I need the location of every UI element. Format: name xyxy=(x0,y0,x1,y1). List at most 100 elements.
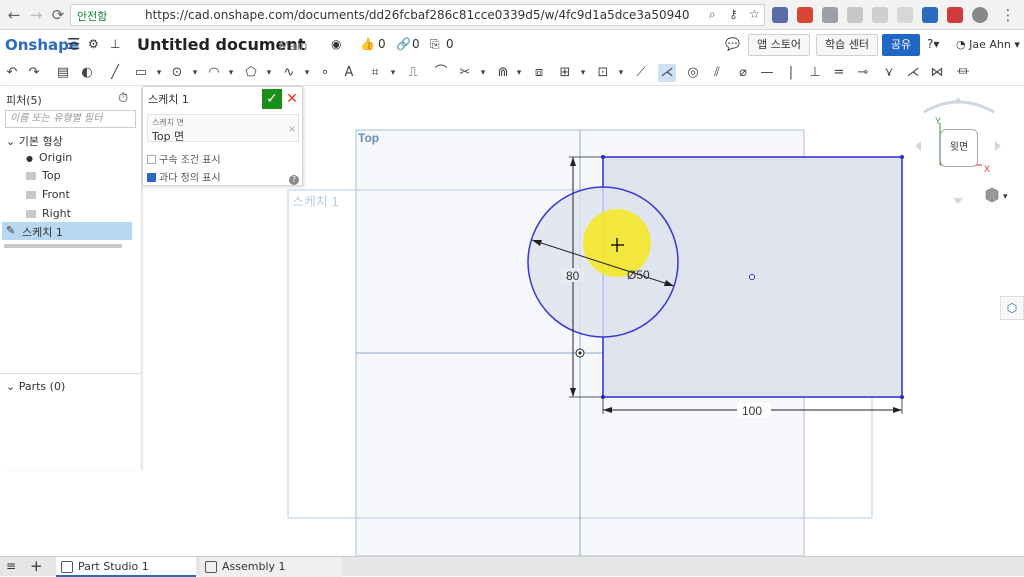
spline-icon[interactable]: ∿ xyxy=(280,64,298,82)
midpoint-icon[interactable]: ⊸ xyxy=(854,64,872,82)
circle-icon[interactable]: ⊙ xyxy=(168,64,186,82)
extension-icon[interactable] xyxy=(872,7,888,23)
copy-icon[interactable]: ⎘ xyxy=(430,37,440,52)
chevron-down-icon[interactable]: ▾ xyxy=(474,64,492,82)
transform-icon[interactable]: ⊡ xyxy=(594,64,612,82)
chevron-down-icon[interactable]: ▾ xyxy=(612,64,630,82)
forward-icon[interactable]: → xyxy=(26,5,46,25)
concentric-icon[interactable]: ◎ xyxy=(684,64,702,82)
checkbox-on[interactable] xyxy=(147,173,156,182)
show-overdefined-checkbox[interactable]: 과다 정의 표시 xyxy=(147,169,221,184)
arc-icon[interactable]: ◠ xyxy=(205,64,223,82)
chevron-down-icon[interactable]: ▾ xyxy=(298,64,316,82)
sketch-plane-field[interactable]: 스케치 면 Top 면 × xyxy=(147,114,299,143)
rectangle-icon[interactable]: ▭ xyxy=(132,64,150,82)
extension-icon[interactable] xyxy=(797,7,813,23)
rollback-icon[interactable]: ⏱ xyxy=(118,91,128,106)
construction-icon[interactable]: ⌗ xyxy=(366,64,384,82)
chevron-down-icon[interactable]: ▾ xyxy=(186,64,204,82)
polygon-icon[interactable]: ⬠ xyxy=(242,64,260,82)
parts-group[interactable]: ⌄ Parts (0) xyxy=(6,380,65,393)
default-geometry-group[interactable]: ⌄ 기본 형상 xyxy=(6,133,63,149)
search-icon[interactable]: ⌕ xyxy=(709,7,716,22)
add-tab-icon[interactable]: + xyxy=(30,557,43,575)
parallel-icon[interactable]: ⫽ xyxy=(708,64,726,82)
accept-button[interactable]: ✓ xyxy=(262,89,282,109)
help-icon[interactable]: ? xyxy=(289,175,299,185)
redo-icon[interactable]: ↷ xyxy=(25,64,43,82)
extension-icon[interactable] xyxy=(922,7,938,23)
cancel-button[interactable]: ✕ xyxy=(285,89,299,109)
text-icon[interactable]: A xyxy=(340,64,358,82)
reload-icon[interactable]: ⟳ xyxy=(48,5,68,25)
tree-item-front[interactable]: Front xyxy=(26,188,70,201)
fillet-icon[interactable]: ⌒ xyxy=(432,64,450,82)
tab-assembly[interactable]: Assembly 1 xyxy=(200,557,342,577)
normal-icon[interactable]: ⋎ xyxy=(880,64,898,82)
share-button[interactable]: 공유 xyxy=(882,34,920,56)
chevron-down-icon[interactable]: ▾ xyxy=(260,64,278,82)
mirror-icon[interactable]: ⧈ xyxy=(530,64,548,82)
branch-label[interactable]: Main xyxy=(279,39,308,53)
clear-icon[interactable]: × xyxy=(288,124,296,135)
chevron-down-icon[interactable]: ▾ xyxy=(222,64,240,82)
chevron-down-icon[interactable]: ▾ xyxy=(574,64,592,82)
settings-icon[interactable]: ⊥ xyxy=(110,37,120,51)
menu-icon[interactable]: ⋮ xyxy=(998,5,1018,25)
point-icon[interactable]: ∘ xyxy=(316,64,334,82)
comment-icon[interactable]: 💬 xyxy=(725,37,740,51)
hamburger-icon[interactable]: ☰ xyxy=(67,35,80,53)
pattern-icon[interactable]: ⊞ xyxy=(556,64,574,82)
app-store-button[interactable]: 앱 스토어 xyxy=(748,34,810,56)
chevron-down-icon[interactable]: ▾ xyxy=(384,64,402,82)
coincident-icon[interactable]: ⋌ xyxy=(658,64,676,82)
extension-icon[interactable] xyxy=(772,7,788,23)
profile-icon[interactable] xyxy=(972,7,988,23)
line-icon[interactable]: ╱ xyxy=(106,64,124,82)
view-cube[interactable]: 윗면 xyxy=(940,129,978,167)
trim-icon[interactable]: ✂ xyxy=(456,64,474,82)
address-bar[interactable]: 안전함 https://cad.onshape.com/documents/dd… xyxy=(70,4,765,26)
user-menu[interactable]: ◔ Jae Ahn ▾ xyxy=(956,38,1020,51)
tree-item-origin[interactable]: ● Origin xyxy=(26,151,72,164)
feature-list-icon[interactable]: ▤ xyxy=(54,64,72,82)
undo-icon[interactable]: ↶ xyxy=(3,64,21,82)
symmetric-icon[interactable]: ⋈ xyxy=(928,64,946,82)
tasks-icon[interactable]: ⚙ xyxy=(88,37,99,51)
url-text[interactable]: https://cad.onshape.com/documents/dd26fc… xyxy=(145,8,690,22)
tab-list-icon[interactable]: ≡ xyxy=(6,559,16,573)
tree-item-top[interactable]: Top xyxy=(26,169,61,182)
perpendicular-icon[interactable]: ⊥ xyxy=(806,64,824,82)
fix-icon[interactable]: ⏛ xyxy=(954,64,972,82)
pierce-icon[interactable]: ⋌ xyxy=(904,64,922,82)
feature-filter-input[interactable]: 이름 또는 유형별 필터 xyxy=(5,110,136,128)
extension-icon[interactable] xyxy=(947,7,963,23)
vertical-icon[interactable]: | xyxy=(782,64,800,82)
help-icon[interactable]: ?▾ xyxy=(927,37,939,51)
dimension-icon[interactable]: ⟋ xyxy=(632,64,650,82)
show-constraints-checkbox[interactable]: 구속 조건 표시 xyxy=(147,151,221,166)
equal-icon[interactable]: = xyxy=(830,64,848,82)
tangent-icon[interactable]: ⌀ xyxy=(734,64,752,82)
use-icon[interactable]: ⎍ xyxy=(404,64,422,82)
chevron-down-icon[interactable]: ▾ xyxy=(510,64,528,82)
panel-scrollbar[interactable] xyxy=(4,244,122,248)
horizontal-icon[interactable]: — xyxy=(758,64,776,82)
extension-icon[interactable] xyxy=(822,7,838,23)
like-icon[interactable]: 👍 xyxy=(360,37,375,51)
tree-item-sketch[interactable]: ✎ 스케치 1 xyxy=(2,222,132,240)
extension-icon[interactable] xyxy=(847,7,863,23)
extension-icon[interactable] xyxy=(897,7,913,23)
tree-item-right[interactable]: Right xyxy=(26,207,71,220)
learning-center-button[interactable]: 학습 센터 xyxy=(816,34,878,56)
back-icon[interactable]: ← xyxy=(4,5,24,25)
tab-part-studio[interactable]: Part Studio 1 xyxy=(56,557,196,577)
link-icon[interactable]: 🔗 xyxy=(396,37,411,51)
checkbox-off[interactable] xyxy=(147,155,156,164)
chevron-down-icon[interactable]: ▾ xyxy=(150,64,168,82)
key-icon[interactable]: ⚷ xyxy=(729,7,738,21)
appearance-panel-button[interactable]: ⬡ xyxy=(1000,296,1024,320)
globe-icon[interactable]: ◉ xyxy=(331,37,341,51)
revolve-icon[interactable]: ◐ xyxy=(78,64,96,82)
star-icon[interactable]: ☆ xyxy=(749,7,760,21)
